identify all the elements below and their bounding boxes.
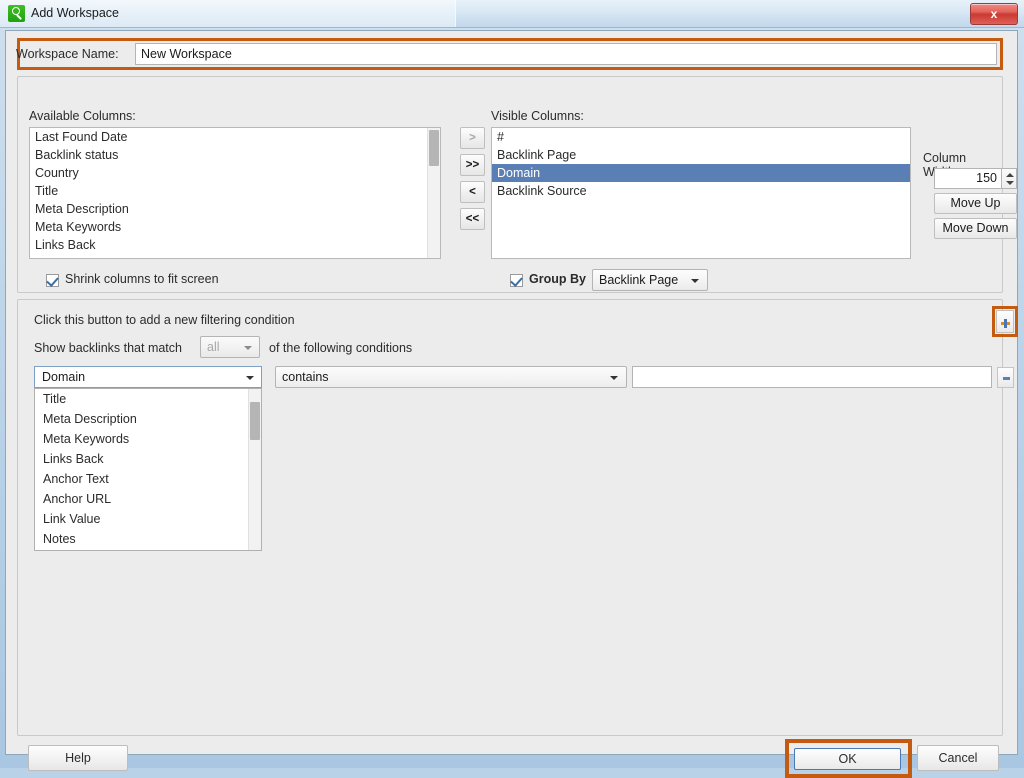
- list-item[interactable]: Anchor Text: [35, 469, 261, 489]
- columns-panel: Available Columns: Visible Columns: Last…: [17, 76, 1017, 293]
- minus-icon: [1003, 377, 1010, 380]
- shrink-columns-label: Shrink columns to fit screen: [65, 272, 219, 286]
- list-item[interactable]: Links Back: [30, 236, 440, 254]
- list-item[interactable]: Domain: [492, 164, 910, 182]
- available-columns-list[interactable]: Last Found Date Backlink status Country Tit…: [29, 127, 441, 259]
- remove-condition-button[interactable]: [997, 367, 1014, 388]
- list-item[interactable]: Meta Keywords: [35, 429, 261, 449]
- list-item[interactable]: Meta Keywords: [30, 218, 440, 236]
- column-width-input[interactable]: 150: [934, 168, 1002, 189]
- list-item[interactable]: Last Found Date: [30, 128, 440, 146]
- condition-field-select[interactable]: Domain: [34, 366, 262, 388]
- move-all-left-button[interactable]: <<: [460, 208, 485, 230]
- cancel-button[interactable]: Cancel: [917, 745, 999, 771]
- add-condition-button[interactable]: [996, 310, 1014, 333]
- list-item[interactable]: Meta Description: [35, 409, 261, 429]
- move-down-button[interactable]: Move Down: [934, 218, 1017, 239]
- chevron-down-icon: [691, 279, 699, 283]
- help-button[interactable]: Help: [28, 745, 128, 771]
- group-by-label: Group By: [529, 272, 586, 286]
- chevron-down-icon: [246, 376, 254, 380]
- match-type-select[interactable]: all: [200, 336, 260, 358]
- condition-operator-value: contains: [282, 370, 329, 384]
- list-item[interactable]: Backlink status: [30, 146, 440, 164]
- filter-panel: Click this button to add a new filtering…: [17, 299, 1018, 736]
- dialog-client-area: Workspace Name: Available Columns: Visib…: [5, 30, 1018, 778]
- condition-value-input[interactable]: [632, 366, 992, 388]
- ok-button[interactable]: OK: [794, 748, 901, 770]
- list-item[interactable]: #: [492, 128, 910, 146]
- list-item[interactable]: Notes: [35, 529, 261, 549]
- list-item[interactable]: Backlink Page: [492, 146, 910, 164]
- stepper-down-icon: [1006, 181, 1014, 185]
- magnifier-icon: [8, 5, 25, 22]
- plus-icon: [1001, 319, 1010, 328]
- move-up-button[interactable]: Move Up: [934, 193, 1017, 214]
- list-item[interactable]: Title: [30, 182, 440, 200]
- list-item[interactable]: Anchor URL: [35, 489, 261, 509]
- workspace-name-input[interactable]: [135, 43, 997, 65]
- move-all-right-button[interactable]: >>: [460, 154, 485, 176]
- add-workspace-window: Add Workspace x Workspace Name: Availabl…: [0, 0, 1024, 778]
- stepper-up-icon: [1006, 173, 1014, 177]
- match-suffix-label: of the following conditions: [269, 341, 413, 355]
- match-type-value: all: [207, 340, 220, 354]
- list-item[interactable]: Link Value: [35, 509, 261, 529]
- move-left-button[interactable]: <: [460, 181, 485, 203]
- condition-field-dropdown[interactable]: Title Meta Description Meta Keywords Links …: [34, 388, 262, 551]
- available-columns-label: Available Columns:: [29, 109, 136, 123]
- visible-columns-list[interactable]: # Backlink Page Domain Backlink Source: [491, 127, 911, 259]
- condition-operator-select[interactable]: contains: [275, 366, 627, 388]
- move-right-button[interactable]: >: [460, 127, 485, 149]
- available-columns-scrollbar[interactable]: [427, 128, 440, 258]
- list-item[interactable]: Country: [30, 164, 440, 182]
- title-bar: Add Workspace x: [0, 0, 1024, 28]
- shrink-columns-checkbox[interactable]: [46, 274, 59, 287]
- list-item[interactable]: Backlink Source: [492, 182, 910, 200]
- filter-hint-text: Click this button to add a new filtering…: [34, 313, 295, 327]
- close-icon[interactable]: x: [970, 3, 1018, 25]
- match-prefix-label: Show backlinks that match: [34, 341, 182, 355]
- list-item[interactable]: Title: [35, 389, 261, 409]
- column-width-stepper[interactable]: [1002, 168, 1017, 189]
- visible-columns-label: Visible Columns:: [491, 109, 584, 123]
- check-icon: [46, 274, 59, 287]
- chevron-down-icon: [244, 346, 252, 350]
- group-by-value: Backlink Page: [599, 273, 679, 287]
- group-by-select[interactable]: Backlink Page: [592, 269, 708, 291]
- chevron-down-icon: [610, 376, 618, 380]
- condition-field-value: Domain: [42, 370, 86, 384]
- group-by-checkbox[interactable]: [510, 274, 523, 287]
- list-item[interactable]: Meta Description: [30, 200, 440, 218]
- workspace-name-label: Workspace Name:: [16, 47, 119, 61]
- check-icon: [510, 274, 523, 287]
- list-item[interactable]: Links Back: [35, 449, 261, 469]
- condition-dropdown-scrollbar[interactable]: [248, 389, 261, 550]
- window-title: Add Workspace: [31, 6, 120, 20]
